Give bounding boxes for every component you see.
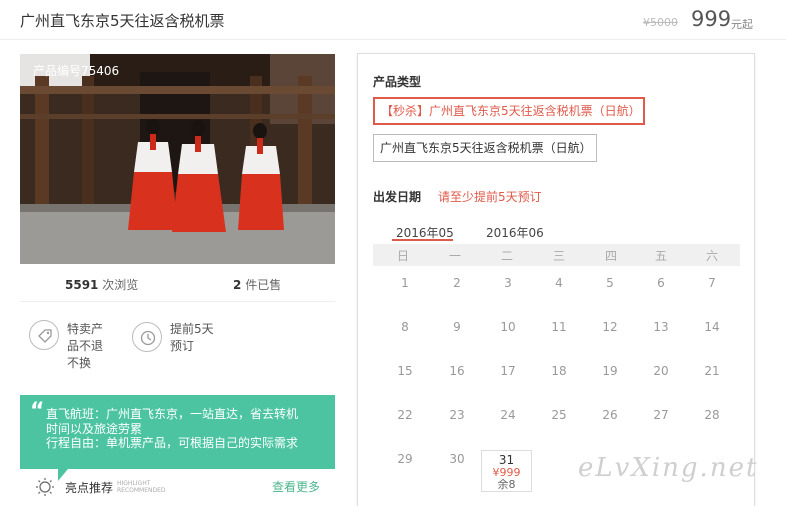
page-title: 广州直飞东京5天往返含税机票 [20, 12, 225, 30]
weekday-header: 日 一 二 三 四 五 六 [373, 244, 740, 266]
views-count: 5591 [65, 278, 99, 292]
original-price: ¥5000 [643, 16, 678, 29]
tag-icon [29, 320, 59, 350]
weekday-label: 三 [552, 249, 565, 263]
weekday-label: 一 [448, 249, 461, 263]
calendar-day: 27 [653, 408, 669, 422]
feature-line: 品不退 [67, 339, 104, 353]
product-page: 广州直飞东京5天往返含税机票 ¥5000 999 元起 产品编号75406 55… [0, 0, 786, 506]
weekday-label: 四 [604, 249, 617, 263]
weekday-label: 六 [705, 249, 718, 263]
calendar-day: 28 [704, 408, 720, 422]
product-option-regular[interactable]: 广州直飞东京5天往返含税机票（日航） [373, 134, 597, 162]
calendar-day: 20 [653, 364, 669, 378]
highlight-box: “ 直飞航班：广州直飞东京，一站直达，省去转机 时间以及旅途劳累 行程自由：单机… [20, 395, 335, 469]
calendar-day: 6 [657, 276, 665, 290]
calendar-day: 15 [397, 364, 413, 378]
highlight-line: 直飞航班：广州直飞东京，一站直达，省去转机 [46, 407, 299, 421]
clock-icon [132, 322, 162, 352]
feature-no-refund: 特卖产 品不退 不换 [67, 321, 103, 372]
calendar-day: 29 [397, 452, 413, 466]
feature-advance-booking: 提前5天 预订 [170, 321, 214, 355]
calendar-day: 3 [504, 276, 512, 290]
stats-bar: 5591 次浏览 2 件已售 [20, 272, 335, 302]
day-number: 31 [498, 453, 515, 467]
sold-stat: 2 件已售 [233, 276, 281, 293]
calendar-day: 21 [704, 364, 720, 378]
quote-mark: “ [30, 399, 45, 424]
weekday-label: 二 [500, 249, 513, 263]
watermark: eLvXing.net [578, 453, 759, 483]
calendar-day: 17 [500, 364, 516, 378]
sold-count: 2 [233, 278, 242, 292]
calendar-day: 9 [453, 320, 461, 334]
day-remaining: 余8 [497, 478, 516, 491]
see-more-link[interactable]: 查看更多 [272, 478, 320, 495]
product-number: 产品编号75406 [33, 64, 120, 78]
sun-icon [36, 478, 54, 496]
active-month-underline [392, 239, 453, 241]
recommend-sublabel: HIGHLIGHT RECOMMENDED [117, 480, 166, 494]
views-stat: 5591 次浏览 [65, 276, 138, 293]
calendar-day: 5 [606, 276, 614, 290]
calendar-day: 10 [500, 320, 516, 334]
feature-line: 不换 [67, 356, 92, 370]
weekday-label: 日 [396, 249, 409, 263]
product-option-flash-sale[interactable]: 【秒杀】广州直飞东京5天往返含税机票（日航） [373, 97, 645, 125]
calendar-day: 8 [401, 320, 409, 334]
calendar-day: 26 [602, 408, 618, 422]
highlight-line: 时间以及旅途劳累 [46, 421, 143, 436]
calendar-day: 11 [551, 320, 567, 334]
booking-hint: 请至少提前5天预订 [438, 190, 542, 204]
weekday-label: 五 [654, 249, 667, 263]
feature-line: 提前5天 [170, 322, 214, 336]
calendar-day: 19 [602, 364, 618, 378]
calendar-day: 14 [704, 320, 720, 334]
sold-label: 件已售 [245, 278, 282, 292]
header: 广州直飞东京5天往返含税机票 ¥5000 999 元起 [0, 0, 786, 40]
calendar-day: 18 [551, 364, 567, 378]
calendar-day: 24 [500, 408, 516, 422]
calendar-day: 25 [551, 408, 567, 422]
calendar-day: 13 [653, 320, 669, 334]
calendar-day: 4 [555, 276, 563, 290]
highlight-line: 行程自由：单机票产品，可根据自己的实际需求 [46, 436, 299, 450]
calendar-day: 22 [397, 408, 413, 422]
feature-line: 特卖产 [67, 322, 104, 336]
calendar-day: 2 [453, 276, 461, 290]
product-type-title: 产品类型 [373, 75, 422, 89]
calendar-day: 7 [708, 276, 716, 290]
product-photo[interactable]: 产品编号75406 [20, 54, 335, 264]
views-label: 次浏览 [102, 278, 139, 292]
shrine-maidens-image [20, 54, 335, 264]
price-unit: 元起 [731, 18, 753, 31]
recommend-label: 亮点推荐 [65, 481, 114, 495]
calendar-day-available[interactable]: 31 ¥999 余8 [481, 450, 532, 492]
calendar-day: 23 [449, 408, 465, 422]
calendar-day: 16 [449, 364, 465, 378]
recommend-sub-line: HIGHLIGHT [117, 480, 151, 487]
month-tab-june[interactable]: 2016年06 [486, 224, 544, 241]
feature-line: 预订 [170, 339, 195, 353]
departure-date-title: 出发日期 [373, 190, 422, 204]
calendar-day: 30 [449, 452, 465, 466]
calendar-day: 1 [401, 276, 409, 290]
recommend-sub-line: RECOMMENDED [117, 487, 166, 494]
calendar-day: 12 [602, 320, 618, 334]
current-price: 999 [691, 7, 732, 31]
